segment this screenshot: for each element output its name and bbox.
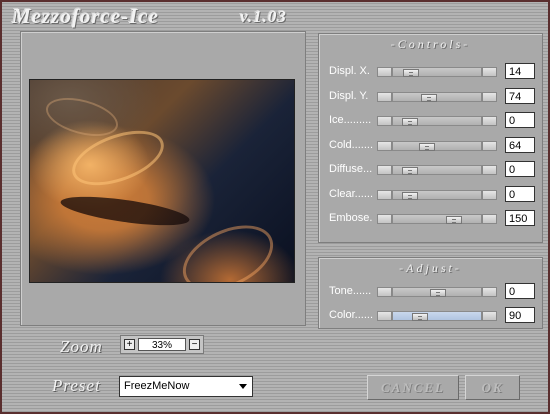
slider-track[interactable]: [392, 116, 482, 126]
window-title: Mezzoforce-Ice: [12, 4, 159, 28]
slider-thumb[interactable]: [402, 167, 418, 175]
slider-track[interactable]: [392, 67, 482, 77]
zoom-in-button[interactable]: +: [124, 339, 135, 350]
preview-swirl: [172, 212, 284, 282]
value-field[interactable]: 90: [505, 307, 535, 323]
preview-image[interactable]: [29, 79, 295, 283]
slider-thumb[interactable]: [402, 191, 418, 200]
value-field[interactable]: 0: [505, 161, 535, 177]
slider-label: Color......: [329, 309, 374, 321]
slider-thumb[interactable]: [412, 313, 428, 321]
slider-track[interactable]: [392, 189, 482, 200]
slider-decrement-button[interactable]: [377, 311, 392, 321]
slider-track[interactable]: [392, 91, 482, 102]
controls-title: -Controls-: [390, 37, 471, 51]
slider-decrement-button[interactable]: [377, 140, 392, 151]
slider-decrement-button[interactable]: [377, 287, 392, 297]
ok-button[interactable]: OK: [465, 375, 520, 400]
value-field[interactable]: 74: [505, 87, 535, 104]
slider-track[interactable]: [392, 311, 482, 321]
slider-label: Cold.......: [329, 138, 374, 151]
slider-track[interactable]: [392, 165, 482, 175]
slider-thumb[interactable]: [421, 93, 437, 102]
slider-label: Displ. X.: [329, 65, 370, 77]
slider-thumb[interactable]: [430, 289, 446, 297]
slider-increment-button[interactable]: [482, 189, 497, 200]
slider-decrement-button[interactable]: [377, 67, 392, 77]
slider-track[interactable]: [392, 140, 482, 151]
controls-panel: -Controls- Displ. X. 14 Displ. Y. 74 Ice....…: [318, 33, 543, 243]
slider-thumb[interactable]: [446, 216, 462, 224]
slider-label: Diffuse...: [329, 163, 373, 175]
slider-decrement-button[interactable]: [377, 91, 392, 102]
value-field[interactable]: 0: [505, 283, 535, 299]
controls-row: Clear...... 0: [319, 185, 542, 205]
slider-increment-button[interactable]: [482, 311, 497, 321]
slider-increment-button[interactable]: [482, 140, 497, 151]
value-field[interactable]: 64: [505, 136, 535, 153]
value-field[interactable]: 14: [505, 63, 535, 79]
zoom-out-button[interactable]: −: [189, 339, 200, 350]
zoom-control: + 33% −: [120, 335, 204, 354]
slider-decrement-button[interactable]: [377, 165, 392, 175]
controls-row: Displ. Y. 74: [319, 87, 542, 107]
adjust-row: Tone...... 0: [319, 282, 542, 302]
adjust-row: Color...... 90: [319, 306, 542, 326]
slider-thumb[interactable]: [403, 69, 419, 77]
slider-decrement-button[interactable]: [377, 189, 392, 200]
preview-shadow: [59, 191, 191, 231]
slider-increment-button[interactable]: [482, 287, 497, 297]
controls-row: Embose. 150: [319, 209, 542, 229]
slider-label: Tone......: [329, 285, 372, 297]
slider-decrement-button[interactable]: [377, 214, 392, 224]
adjust-title: -Adjust-: [399, 261, 462, 275]
slider-thumb[interactable]: [402, 118, 418, 126]
value-field[interactable]: 150: [505, 210, 535, 226]
slider-label: Embose.: [329, 212, 373, 224]
preset-label: Preset: [52, 376, 101, 395]
chevron-down-icon[interactable]: [239, 384, 247, 389]
controls-row: Diffuse... 0: [319, 160, 542, 180]
controls-row: Displ. X. 14: [319, 62, 542, 82]
preset-value: FreezMeNow: [124, 380, 190, 392]
value-field[interactable]: 0: [505, 112, 535, 128]
adjust-panel: -Adjust- Tone...... 0 Color...... 90: [318, 257, 543, 329]
version-label: v.1.03: [240, 7, 287, 26]
slider-thumb[interactable]: [419, 142, 435, 151]
preset-dropdown[interactable]: FreezMeNow: [119, 376, 253, 397]
slider-track[interactable]: [392, 287, 482, 297]
slider-increment-button[interactable]: [482, 67, 497, 77]
plugin-window: Mezzoforce-Ice v.1.03 -Controls- Displ. …: [0, 0, 550, 414]
controls-row: Cold....... 64: [319, 136, 542, 156]
value-field[interactable]: 0: [505, 185, 535, 202]
slider-label: Ice.........: [329, 114, 372, 126]
slider-track[interactable]: [392, 214, 482, 224]
preview-panel: [20, 31, 306, 326]
slider-increment-button[interactable]: [482, 165, 497, 175]
slider-increment-button[interactable]: [482, 214, 497, 224]
zoom-label: Zoom: [60, 337, 103, 356]
slider-increment-button[interactable]: [482, 91, 497, 102]
cancel-button[interactable]: CANCEL: [367, 375, 459, 400]
zoom-value: 33%: [138, 338, 186, 351]
slider-increment-button[interactable]: [482, 116, 497, 126]
slider-label: Displ. Y.: [329, 89, 369, 102]
slider-decrement-button[interactable]: [377, 116, 392, 126]
slider-label: Clear......: [329, 187, 374, 200]
controls-row: Ice......... 0: [319, 111, 542, 131]
